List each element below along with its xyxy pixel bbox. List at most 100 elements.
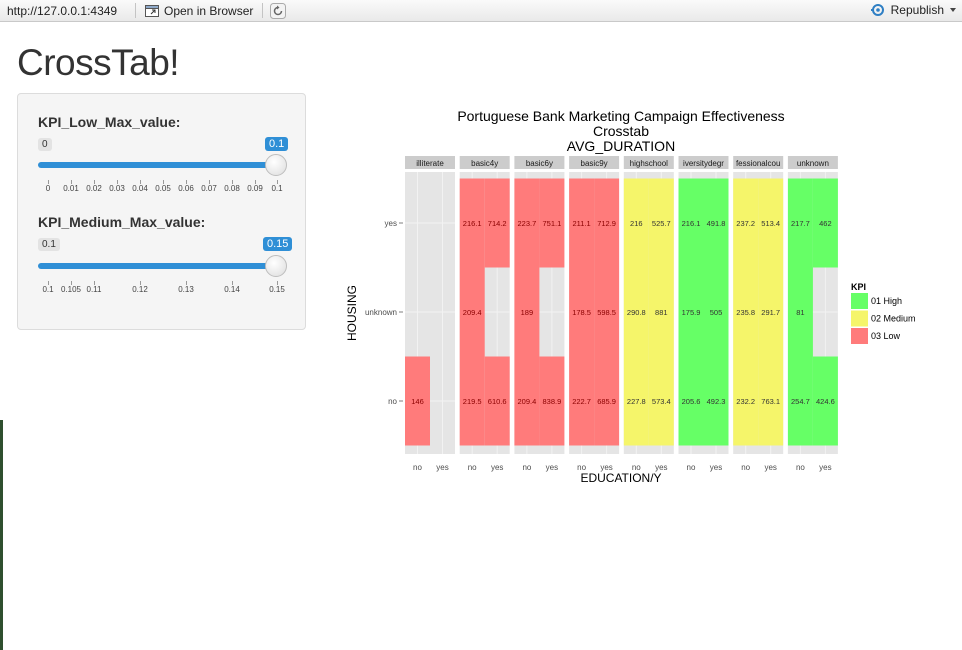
kpi-low-slider-track[interactable] [38,162,276,168]
cell-value-label: 189 [521,308,534,317]
open-in-browser-label: Open in Browser [164,4,254,18]
publish-icon [870,4,884,16]
url-text[interactable]: http://127.0.0.1:4349 [7,4,117,18]
x-tick-label: yes [710,463,722,472]
cell-value-label: 81 [796,308,804,317]
tick-label: 0.1 [42,285,54,294]
open-in-browser-button[interactable]: Open in Browser [145,3,253,19]
legend-label: 03 Low [871,331,901,341]
cell-value-label: 881 [655,308,668,317]
y-tick-label: unknown [365,308,397,317]
cell-value-label: 505 [710,308,723,317]
cell-value-label: 513.4 [761,219,780,228]
cell-value-label: 209.4 [463,308,482,317]
tick-label: 0.08 [224,184,240,193]
cell-value-label: 211.1 [572,219,590,228]
cell-value-label: 714.2 [488,219,507,228]
cell-value-label: 712.9 [597,219,616,228]
legend-title: KPI [851,282,866,292]
cell-value-label: 146 [411,397,424,406]
legend-swatch [851,310,868,327]
tick-label: 0.01 [63,184,79,193]
x-axis-title: EDUCATION/Y [580,471,661,485]
cell-value-label: 462 [819,219,832,228]
tick-label: 0.05 [155,184,171,193]
sidebar-panel: KPI_Low_Max_value: 0 0.1 0 0.01 0.02 0.0… [17,93,306,330]
cell-value-label: 254.7 [791,397,810,406]
x-tick-label: yes [819,463,831,472]
kpi-medium-slider-track[interactable] [38,263,276,269]
refresh-button[interactable] [270,3,286,22]
facet-label: basic4y [471,159,498,168]
facet-label: basic9y [581,159,608,168]
crosstab-svg: Portuguese Bank Marketing Campaign Effec… [345,108,916,485]
republish-button[interactable]: Republish [870,3,957,17]
cell-value-label: 209.4 [518,397,537,406]
toolbar-divider [262,3,263,18]
x-tick-label: yes [436,463,448,472]
x-tick-label: no [413,463,422,472]
cell-value-label: 424.6 [816,397,835,406]
y-tick-label: no [388,397,397,406]
window-icon [145,5,159,17]
y-axis-title: HOUSING [345,285,359,341]
tick-label: 0.11 [86,285,102,294]
kpi-medium-slider-min: 0.1 [38,238,60,251]
cell-value-label: 227.8 [627,397,646,406]
kpi-low-slider-min: 0 [38,138,52,151]
cell-value-label: 525.7 [652,219,671,228]
tick-label: 0.13 [178,285,194,294]
cell-value-label: 491.8 [707,219,726,228]
cell-value-label: 291.7 [761,308,780,317]
x-tick-label: yes [546,463,558,472]
kpi-low-slider-label: KPI_Low_Max_value: [38,114,181,130]
cell-value-label: 222.7 [572,397,591,406]
viewer-toolbar: http://127.0.0.1:4349 Open in Browser Re… [0,0,962,22]
chart-title-line: Crosstab [593,123,649,139]
kpi-low-slider-ticks: 0 0.01 0.02 0.03 0.04 0.05 0.06 0.07 0.0… [18,180,307,200]
kpi-medium-slider-ticks: 0.1 0.105 0.11 0.12 0.13 0.14 0.15 [18,281,307,301]
kpi-low-slider-handle[interactable] [265,154,287,176]
facet-label: illiterate [416,159,444,168]
x-tick-label: yes [764,463,776,472]
cell-value-label: 290.8 [627,308,646,317]
republish-label: Republish [890,3,944,17]
x-tick-label: no [741,463,750,472]
chevron-down-icon[interactable] [949,6,957,14]
tick-label: 0.04 [132,184,148,193]
cell-value-label: 216 [630,219,643,228]
tick-label: 0.15 [269,285,285,294]
cell-value-label: 223.7 [518,219,537,228]
tick-label: 0 [45,184,51,193]
kpi-medium-slider-label: KPI_Medium_Max_value: [38,214,206,230]
cell-value-label: 232.2 [736,397,755,406]
cell-value-label: 838.9 [543,397,562,406]
legend-label: 01 High [871,296,902,306]
kpi-medium-slider-value: 0.15 [263,237,293,251]
chart-title-line: AVG_DURATION [567,138,675,154]
cell-value-label: 598.5 [597,308,616,317]
facet-label: fessionalcou [736,159,780,168]
facet-label: unknown [797,159,829,168]
cell-value-label: 492.3 [707,397,726,406]
window-edge [0,420,3,650]
x-tick-label: no [522,463,531,472]
cell-value-label: 205.6 [682,397,701,406]
facet-label: basic6y [526,159,553,168]
x-tick-label: no [687,463,696,472]
x-tick-label: no [468,463,477,472]
cell-value-label: 573.4 [652,397,671,406]
tick-label: 0.07 [201,184,217,193]
chart-title-line: Portuguese Bank Marketing Campaign Effec… [457,108,784,124]
refresh-icon [270,3,286,19]
tick-label: 0.02 [86,184,102,193]
toolbar-divider [135,3,136,18]
cell-value-label: 235.8 [736,308,755,317]
tick-label: 0.14 [224,285,240,294]
facet-label: iversitydegr [683,159,724,168]
legend-swatch [851,293,868,309]
tick-label: 0.1 [271,184,283,193]
crosstab-chart: Portuguese Bank Marketing Campaign Effec… [340,105,920,490]
kpi-medium-slider-handle[interactable] [265,255,287,277]
tick-label: 0.105 [60,285,82,294]
